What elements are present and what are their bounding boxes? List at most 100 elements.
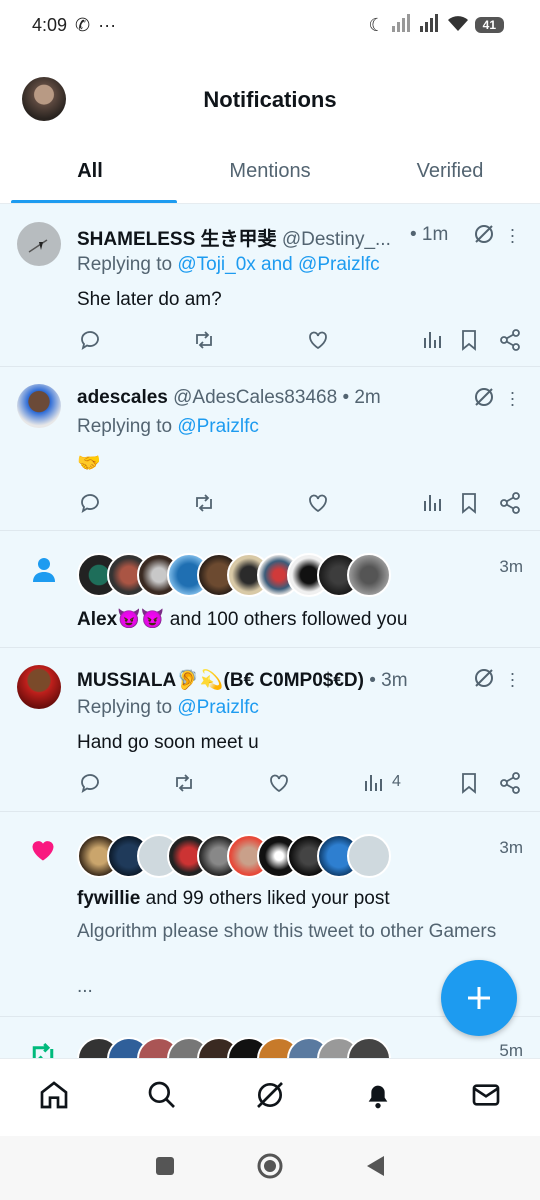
tab-all[interactable]: All: [0, 150, 180, 204]
like-icon[interactable]: [306, 491, 330, 520]
grok-icon[interactable]: [472, 222, 496, 251]
liker-name[interactable]: fywillie: [77, 888, 140, 909]
like-text: fywillie and 99 others liked your post: [77, 888, 390, 910]
mail-icon[interactable]: [470, 1079, 502, 1116]
whatsapp-icon: ✆: [75, 14, 91, 35]
follow-rest: and 100 others followed you: [164, 609, 408, 630]
timestamp: 3m: [499, 838, 523, 857]
retweet-icon: [28, 1039, 58, 1058]
page-title: Notifications: [203, 87, 337, 112]
tweet-text: Hand go soon meet u: [77, 732, 259, 753]
grok-icon[interactable]: [254, 1079, 286, 1116]
reply-context: Replying to @Praizlfc: [77, 416, 259, 438]
views-icon[interactable]: [421, 491, 445, 520]
grok-icon[interactable]: [472, 385, 496, 414]
reply-context: Replying to @Praizlfc: [77, 697, 259, 719]
notification-tabs: All Mentions Verified: [0, 150, 540, 204]
list-item[interactable]: MUSSIALA🦻💫(B€ C0MP0$€D) • 3m · · · Replyin…: [0, 648, 540, 812]
tweet-header: SHAMELESS 生き甲斐 @Destiny_...: [77, 224, 449, 251]
tweet-header: MUSSIALA🦻💫(B€ C0MP0$€D) • 3m: [77, 668, 457, 692]
views-icon[interactable]: [421, 328, 445, 357]
tab-mentions[interactable]: Mentions: [180, 150, 360, 204]
retweet-icon[interactable]: [192, 491, 216, 520]
status-time: 4:09: [32, 14, 68, 35]
more-options-icon[interactable]: · · ·: [509, 220, 516, 250]
share-icon[interactable]: [498, 771, 522, 800]
moon-icon: ☾: [368, 14, 385, 35]
reply-prefix: Replying to: [77, 254, 178, 275]
views-count: 4: [392, 773, 401, 790]
list-item[interactable]: SHAMELESS 生き甲斐 @Destiny_... • 1m · · · Rep…: [0, 204, 540, 367]
back-icon[interactable]: [364, 1154, 386, 1183]
compose-button[interactable]: [441, 960, 517, 1036]
reply-icon[interactable]: [78, 771, 102, 800]
more-options-icon[interactable]: · · ·: [509, 664, 516, 694]
timestamp: 5m: [499, 1041, 523, 1058]
reply-icon[interactable]: [78, 328, 102, 357]
battery-indicator: 41: [474, 17, 504, 33]
reply-context: Replying to @Toji_0x and @Praizlfc: [77, 254, 380, 276]
plus-icon: [468, 987, 490, 1009]
display-name[interactable]: MUSSIALA🦻💫(B€ C0MP0$€D): [77, 670, 364, 691]
signal-icon: [391, 13, 413, 37]
avatar[interactable]: [17, 222, 61, 266]
retweet-icon[interactable]: [172, 771, 196, 800]
reply-icon[interactable]: [78, 491, 102, 520]
tweet-text: 🤝: [77, 453, 101, 474]
reply-prefix: Replying to: [77, 416, 178, 437]
timestamp: • 3m: [369, 670, 408, 691]
timestamp: 3m: [499, 557, 523, 576]
tweet-header: adescales @AdesCales83468 • 2m: [77, 387, 457, 409]
system-nav: [0, 1136, 540, 1200]
person-icon: [30, 555, 58, 588]
reply-mentions[interactable]: @Praizlfc: [177, 416, 259, 437]
display-name[interactable]: adescales: [77, 387, 168, 408]
bell-icon[interactable]: [362, 1079, 394, 1116]
bookmark-icon[interactable]: [457, 491, 481, 520]
follower-avatars[interactable]: [77, 553, 391, 597]
signal-icon-2: [419, 13, 441, 37]
reply-mentions[interactable]: @Toji_0x and @Praizlfc: [177, 254, 379, 275]
home-icon[interactable]: [38, 1079, 70, 1116]
reply-prefix: Replying to: [77, 697, 178, 718]
notifications-feed[interactable]: SHAMELESS 生き甲斐 @Destiny_... • 1m · · · Rep…: [0, 204, 540, 1058]
bottom-nav: [0, 1058, 540, 1136]
follow-text: Alex😈😈 and 100 others followed you: [77, 607, 407, 631]
heart-icon: [28, 836, 58, 869]
wifi-icon: [447, 14, 469, 37]
retweet-icon[interactable]: [192, 328, 216, 357]
tweet-text: She later do am?: [77, 289, 222, 310]
timestamp: • 2m: [342, 387, 381, 408]
like-icon[interactable]: [267, 771, 291, 800]
like-rest: and 99 others liked your post: [140, 888, 390, 909]
timestamp: • 1m: [410, 224, 449, 245]
views-icon[interactable]: [362, 771, 386, 800]
reposter-avatars[interactable]: [77, 1037, 391, 1058]
bookmark-icon[interactable]: [457, 328, 481, 357]
avatar[interactable]: [17, 665, 61, 709]
reply-mentions[interactable]: @Praizlfc: [177, 697, 259, 718]
more-notifications-icon: ···: [98, 14, 117, 35]
list-item[interactable]: adescales @AdesCales83468 • 2m · · · Reply…: [0, 367, 540, 531]
liker-avatars[interactable]: [77, 834, 391, 878]
follow-notification[interactable]: 3m Alex😈😈 and 100 others followed you: [0, 531, 540, 648]
liked-post-preview[interactable]: Algorithm please show this tweet to othe…: [77, 918, 497, 946]
share-icon[interactable]: [498, 491, 522, 520]
follower-name[interactable]: Alex😈😈: [77, 609, 164, 630]
handle: @AdesCales83468: [173, 387, 338, 408]
recents-icon[interactable]: [154, 1155, 176, 1182]
search-icon[interactable]: [146, 1079, 178, 1116]
like-icon[interactable]: [306, 328, 330, 357]
app-header: Notifications: [0, 50, 540, 150]
grok-icon[interactable]: [472, 666, 496, 695]
handle: @Destiny_...: [281, 229, 391, 250]
share-icon[interactable]: [498, 328, 522, 357]
avatar[interactable]: [17, 384, 61, 428]
tab-verified[interactable]: Verified: [360, 150, 540, 204]
home-button-icon[interactable]: [256, 1152, 284, 1185]
more-ellipsis: ...: [77, 976, 93, 997]
more-options-icon[interactable]: · · ·: [509, 383, 516, 413]
status-bar: 4:09 ✆ ··· ☾ 41: [0, 0, 540, 50]
bookmark-icon[interactable]: [457, 771, 481, 800]
display-name[interactable]: SHAMELESS 生き甲斐: [77, 229, 277, 250]
